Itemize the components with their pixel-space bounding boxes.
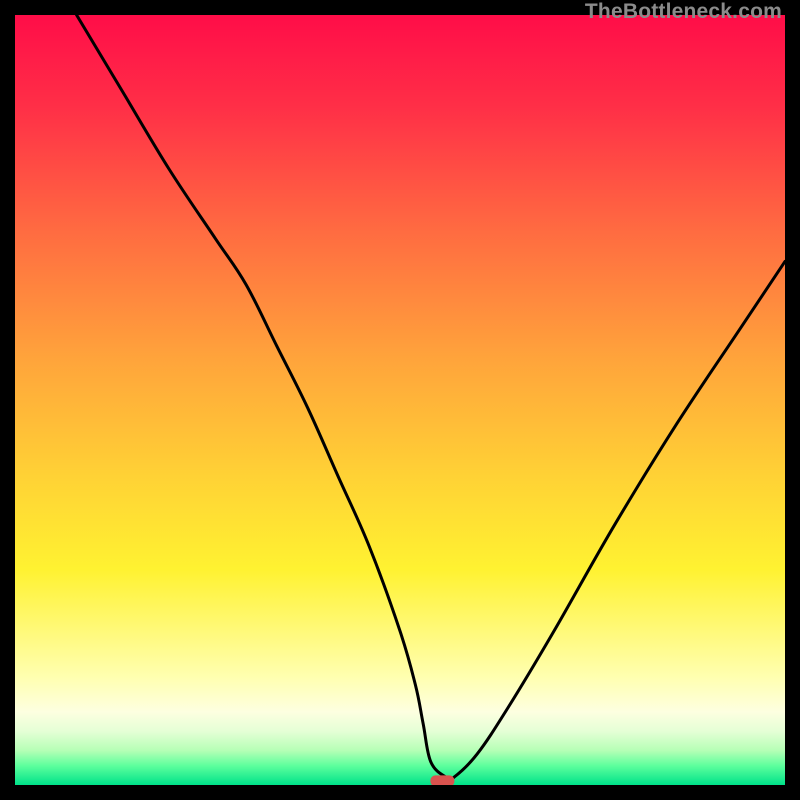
bottleneck-curve bbox=[77, 15, 785, 780]
plot-area bbox=[15, 15, 785, 785]
chart-frame: TheBottleneck.com bbox=[0, 0, 800, 800]
watermark-text: TheBottleneck.com bbox=[585, 0, 782, 24]
curve-layer bbox=[15, 15, 785, 785]
optimal-marker bbox=[430, 775, 454, 785]
